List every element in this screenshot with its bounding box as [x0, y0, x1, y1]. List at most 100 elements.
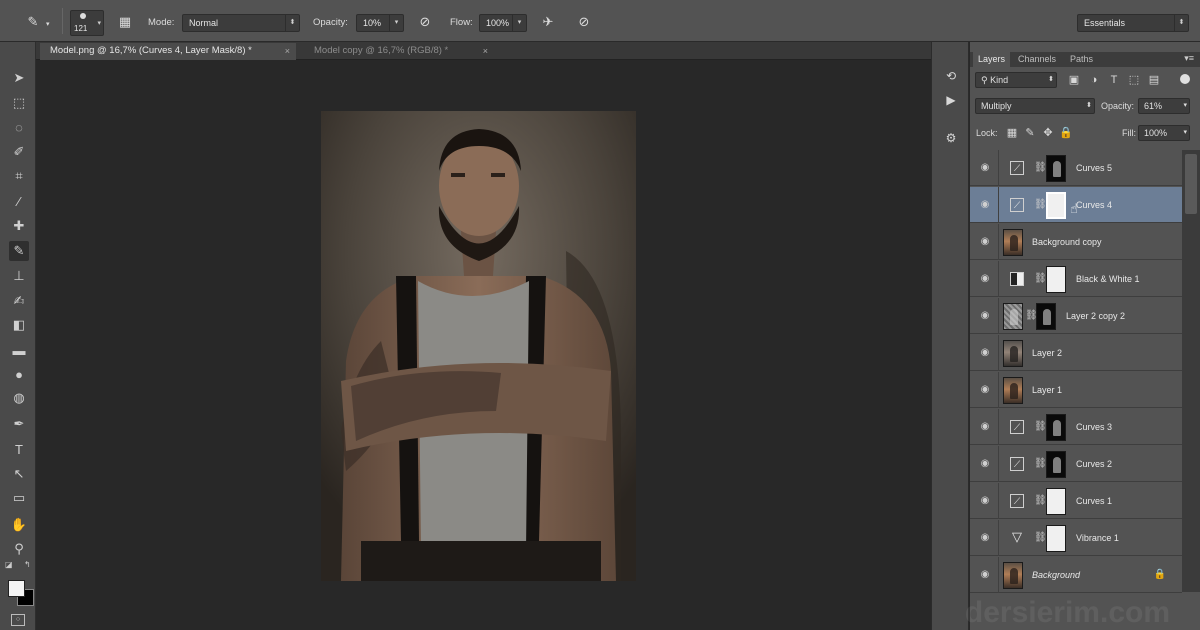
pressure-opacity-icon[interactable]: ⊘ — [414, 11, 436, 33]
filter-adjustment-icon[interactable]: ◑ — [1087, 73, 1101, 87]
close-icon[interactable]: × — [285, 43, 290, 59]
eyedropper-tool-icon[interactable]: ⁄ — [9, 191, 29, 211]
hand-tool-icon[interactable]: ✋ — [9, 515, 29, 535]
marquee-tool-icon[interactable]: ⬚ — [9, 93, 29, 113]
layer-row-curves-1[interactable]: ◉ ⟋ ⛓ Curves 1 — [970, 483, 1182, 519]
layer-mask-thumbnail[interactable] — [1046, 488, 1066, 515]
eye-icon[interactable]: ◉ — [978, 273, 992, 285]
eye-icon[interactable]: ◉ — [978, 236, 992, 248]
link-icon[interactable]: ⛓ — [1034, 272, 1047, 286]
layer-thumbnail[interactable] — [1003, 303, 1023, 330]
document-image[interactable] — [321, 111, 636, 581]
zoom-tool-icon[interactable]: ⚲ — [9, 539, 29, 559]
layer-row-curves-2[interactable]: ◉ ⟋ ⛓ Curves 2 — [970, 446, 1182, 482]
chevron-down-icon[interactable]: ▾ — [1183, 99, 1187, 113]
filter-shape-icon[interactable]: ⬚ — [1127, 73, 1141, 87]
history-panel-icon[interactable]: ⟲ — [941, 66, 961, 86]
eye-icon[interactable]: ◉ — [978, 421, 992, 433]
history-brush-tool-icon[interactable]: ✍ — [9, 291, 29, 311]
lock-transparency-icon[interactable]: ▦ — [1005, 126, 1019, 140]
layer-row-curves-4[interactable]: ◉ ⟋ ⛓ Curves 4 ☝ — [970, 187, 1182, 223]
blur-tool-icon[interactable]: ● — [9, 364, 29, 384]
tab-layers[interactable]: Layers — [973, 52, 1011, 67]
filter-pixel-icon[interactable]: ▣ — [1067, 73, 1081, 87]
layers-scrollbar[interactable] — [1182, 150, 1200, 592]
scrollbar-thumb[interactable] — [1185, 154, 1197, 214]
eye-icon[interactable]: ◉ — [978, 347, 992, 359]
tab-model-copy[interactable]: Model copy @ 16,7% (RGB/8) * × — [304, 43, 494, 60]
layer-mask-thumbnail[interactable] — [1036, 303, 1056, 330]
swap-colors-icon[interactable]: ↰ — [24, 560, 31, 569]
quick-selection-tool-icon[interactable]: ✐ — [9, 142, 29, 162]
layer-row-curves-3[interactable]: ◉ ⟋ ⛓ Curves 3 — [970, 409, 1182, 445]
layer-row-layer-2-copy-2[interactable]: ◉ ⛓ Layer 2 copy 2 — [970, 298, 1182, 334]
blend-mode-select[interactable]: Multiply ⬍ — [975, 98, 1095, 114]
layer-row-curves-5[interactable]: ◉ ⟋ ⛓ Curves 5 — [970, 150, 1182, 186]
lasso-tool-icon[interactable]: ◌ — [9, 117, 29, 137]
lock-icon[interactable]: 🔒 — [1154, 569, 1166, 580]
chevron-down-icon[interactable]: ▾ — [389, 15, 403, 31]
workspace-select[interactable]: Essentials ⬍ — [1077, 14, 1189, 32]
eye-icon[interactable]: ◉ — [978, 569, 992, 581]
mode-select[interactable]: Normal ⬍ — [182, 14, 300, 32]
layer-mask-thumbnail[interactable] — [1046, 525, 1066, 552]
eye-icon[interactable]: ◉ — [978, 532, 992, 544]
layer-thumbnail[interactable] — [1003, 377, 1023, 404]
layer-row-layer-1[interactable]: ◉ Layer 1 — [970, 372, 1182, 408]
path-selection-tool-icon[interactable]: ↖ — [9, 464, 29, 484]
crop-tool-icon[interactable]: ⌗ — [9, 166, 29, 186]
chevron-down-icon[interactable]: ▾ — [46, 20, 50, 28]
eye-icon[interactable]: ◉ — [978, 495, 992, 507]
layer-mask-thumbnail[interactable] — [1046, 414, 1066, 441]
layer-mask-thumbnail[interactable] — [1046, 266, 1066, 293]
link-icon[interactable]: ⛓ — [1034, 531, 1047, 545]
dodge-tool-icon[interactable]: ◍ — [9, 388, 29, 408]
lock-position-icon[interactable]: ✥ — [1041, 126, 1055, 140]
link-icon[interactable]: ⛓ — [1025, 309, 1038, 323]
move-tool-icon[interactable]: ➤ — [9, 68, 29, 88]
properties-panel-icon[interactable]: ⚙ — [941, 128, 961, 148]
close-icon[interactable]: × — [483, 43, 488, 59]
panel-menu-icon[interactable]: ▾≡ — [1184, 53, 1194, 64]
layer-mask-thumbnail[interactable] — [1046, 192, 1066, 219]
layer-thumbnail[interactable] — [1003, 562, 1023, 589]
lock-pixels-icon[interactable]: ✎ — [1023, 126, 1037, 140]
layer-row-vibrance-1[interactable]: ◉ ▽ ⛓ Vibrance 1 — [970, 520, 1182, 556]
chevron-down-icon[interactable]: ▾ — [1183, 126, 1187, 140]
brush-tool-icon[interactable]: ✎ — [22, 11, 44, 33]
fill-input[interactable]: 100% ▾ — [1138, 125, 1190, 141]
brush-preset-picker[interactable]: 121 ▾ — [70, 10, 104, 36]
flow-input[interactable]: 100% ▾ — [479, 14, 527, 32]
clone-stamp-tool-icon[interactable]: ⊥ — [9, 266, 29, 286]
layer-mask-thumbnail[interactable] — [1046, 451, 1066, 478]
healing-brush-tool-icon[interactable]: ✚ — [9, 216, 29, 236]
filter-kind-select[interactable]: ⚲ Kind ⬍ — [975, 72, 1057, 88]
filter-smart-object-icon[interactable]: ▤ — [1147, 73, 1161, 87]
eye-icon[interactable]: ◉ — [978, 310, 992, 322]
filter-type-icon[interactable]: T — [1107, 73, 1121, 87]
tab-paths[interactable]: Paths — [1065, 52, 1098, 67]
layer-thumbnail[interactable] — [1003, 340, 1023, 367]
foreground-color-swatch[interactable] — [8, 580, 25, 597]
type-tool-icon[interactable]: T — [9, 439, 29, 459]
airbrush-icon[interactable]: ✈ — [537, 11, 559, 33]
layer-mask-thumbnail[interactable] — [1046, 155, 1066, 182]
eye-icon[interactable]: ◉ — [978, 199, 992, 211]
layer-row-black-white-1[interactable]: ◉ ⛓ Black & White 1 — [970, 261, 1182, 297]
pressure-size-icon[interactable]: ⊘ — [573, 11, 595, 33]
pen-tool-icon[interactable]: ✒ — [9, 414, 29, 434]
gradient-tool-icon[interactable]: ▬ — [9, 340, 29, 360]
rectangle-tool-icon[interactable]: ▭ — [9, 488, 29, 508]
eye-icon[interactable]: ◉ — [978, 458, 992, 470]
eraser-tool-icon[interactable]: ◧ — [9, 315, 29, 335]
layer-row-background[interactable]: ◉ Background 🔒 — [970, 557, 1182, 593]
lock-all-icon[interactable]: 🔒 — [1059, 126, 1073, 140]
layer-thumbnail[interactable] — [1003, 229, 1023, 256]
link-icon[interactable]: ⛓ — [1034, 420, 1047, 434]
eye-icon[interactable]: ◉ — [978, 384, 992, 396]
layer-row-layer-2[interactable]: ◉ Layer 2 — [970, 335, 1182, 371]
link-icon[interactable]: ⛓ — [1034, 494, 1047, 508]
link-icon[interactable]: ⛓ — [1034, 161, 1047, 175]
link-icon[interactable]: ⛓ — [1034, 457, 1047, 471]
layer-opacity-input[interactable]: 61% ▾ — [1138, 98, 1190, 114]
